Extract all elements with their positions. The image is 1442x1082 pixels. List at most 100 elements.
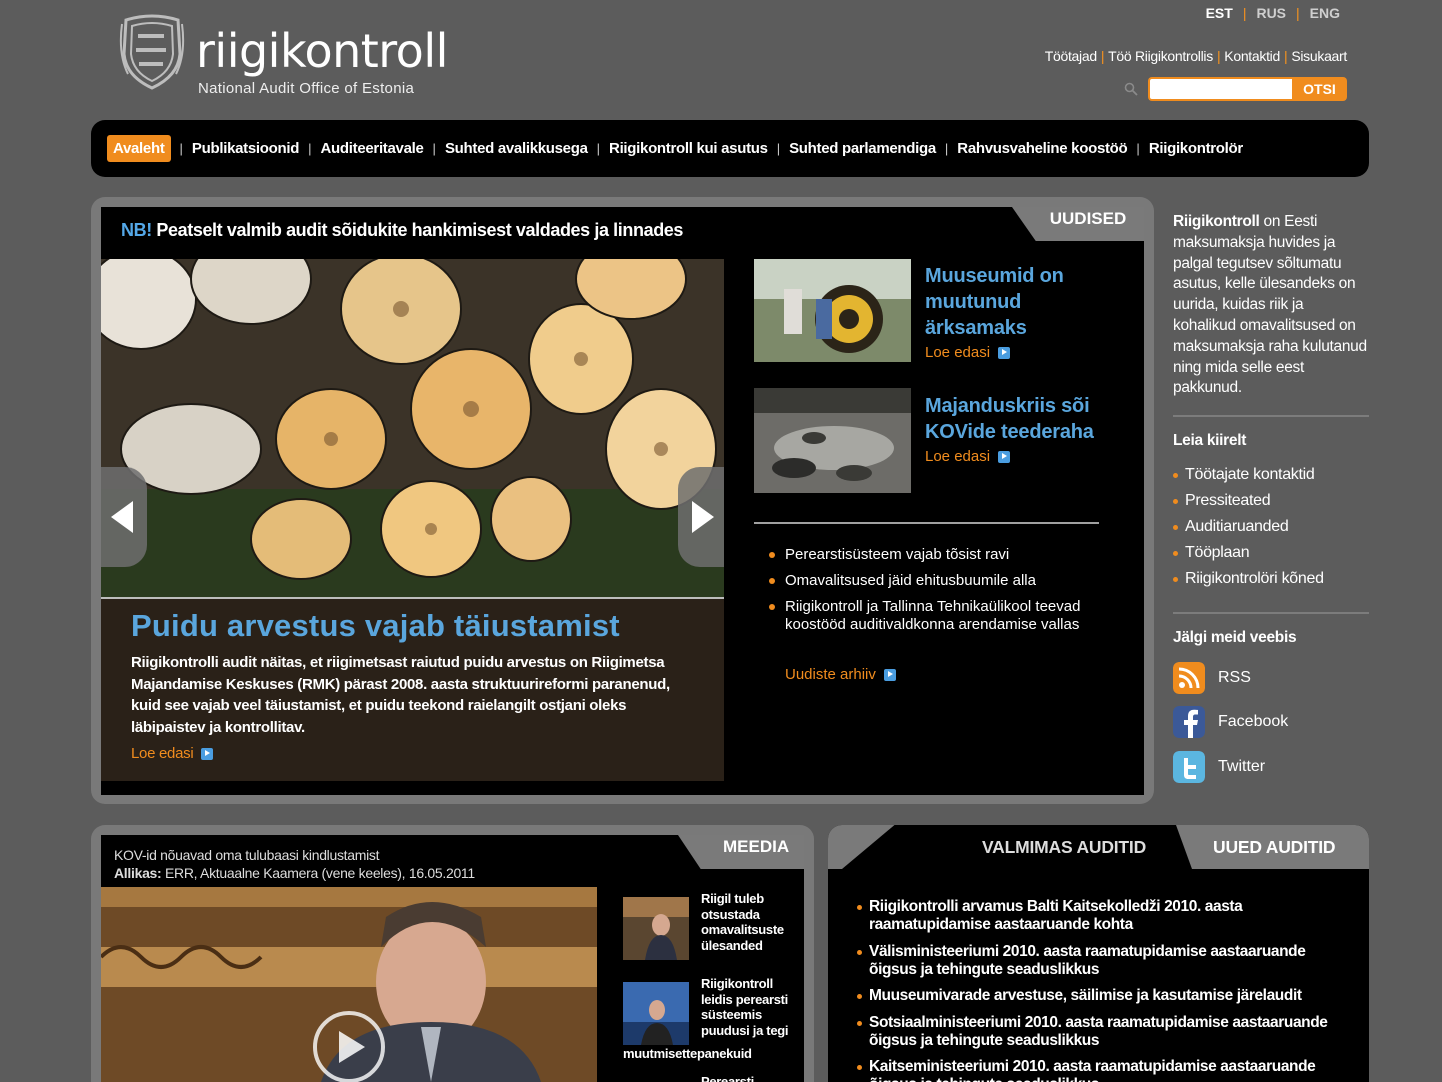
museum-thumbnail[interactable] bbox=[754, 259, 911, 362]
rss-label: RSS bbox=[1218, 669, 1251, 686]
news-item-read-more[interactable]: Loe edasi bbox=[925, 344, 1011, 361]
nav-riigikontroll-kui-asutus[interactable]: Riigikontroll kui asutus bbox=[609, 140, 768, 157]
arrow-right-icon bbox=[998, 346, 1011, 359]
arrow-right-icon bbox=[692, 501, 714, 533]
media-item-title-cont[interactable]: muutmisettepanekuid bbox=[623, 1046, 752, 1062]
media-thumbnail[interactable] bbox=[623, 897, 689, 960]
news-item-title[interactable]: Muuseumid on muutunud ärksamaks bbox=[925, 263, 1105, 341]
media-thumbnail[interactable] bbox=[623, 982, 689, 1045]
audit-item[interactable]: Kaitseministeeriumi 2010. aasta raamatup… bbox=[857, 1058, 1347, 1082]
list-item[interactable]: Perearstisüsteem vajab tõsist ravi bbox=[769, 546, 1089, 564]
media-title[interactable]: KOV-id nõuavad oma tulubaasi kindlustami… bbox=[114, 846, 475, 864]
search-button[interactable]: OTSI bbox=[1292, 77, 1347, 101]
search-icon bbox=[1124, 82, 1138, 96]
quick-links-heading: Leia kiirelt bbox=[1173, 432, 1247, 449]
quick-link[interactable]: Töötajate kontaktid bbox=[1173, 465, 1324, 491]
media-item-title[interactable]: Riigil tuleb otsustada omavalitsuste üle… bbox=[701, 891, 801, 953]
nav-avaleht[interactable]: Avaleht bbox=[107, 135, 171, 162]
feature-text: Riigikontrolli audit näitas, et riigimet… bbox=[131, 652, 691, 765]
lang-eng[interactable]: ENG bbox=[1304, 5, 1346, 21]
feature-body: Riigikontrolli audit näitas, et riigimet… bbox=[131, 654, 670, 736]
read-more-label: Loe edasi bbox=[925, 344, 991, 361]
site-subtitle: National Audit Office of Estonia bbox=[198, 80, 415, 97]
audit-item[interactable]: Riigikontrolli arvamus Balti Kaitsekolle… bbox=[857, 898, 1347, 934]
nav-suhted-avalikkusega[interactable]: Suhted avalikkusega bbox=[445, 140, 588, 157]
audit-item[interactable]: Muuseumivarade arvestuse, säilimise ja k… bbox=[857, 987, 1347, 1005]
media-item-title[interactable]: Riigikontroll leidis perearsti süsteemis… bbox=[701, 976, 801, 1038]
list-item[interactable]: Omavalitsused jäid ehitusbuumile alla bbox=[769, 572, 1089, 590]
source-text: ERR, Aktuaalne Kaamera (vene keeles), 16… bbox=[161, 865, 475, 881]
nav-publikatsioonid[interactable]: Publikatsioonid bbox=[192, 140, 299, 157]
quick-links: Töötajate kontaktid Pressiteated Auditia… bbox=[1173, 465, 1324, 595]
nav-suhted-parlamendiga[interactable]: Suhted parlamendiga bbox=[789, 140, 936, 157]
about-body: on Eesti maksumaksja huvides ja palgal t… bbox=[1173, 213, 1367, 397]
quick-link[interactable]: Tööplaan bbox=[1173, 543, 1324, 569]
news-item-read-more[interactable]: Loe edasi bbox=[925, 448, 1011, 465]
carousel-next-button[interactable] bbox=[678, 467, 724, 567]
hero-image-logs[interactable] bbox=[101, 259, 724, 597]
read-more-label: Loe edasi bbox=[925, 448, 991, 465]
facebook-label: Facebook bbox=[1218, 713, 1289, 730]
list-item[interactable]: Riigikontroll ja Tallinna Tehnikaülikool… bbox=[769, 598, 1089, 634]
arrow-left-icon bbox=[111, 501, 133, 533]
rss-icon bbox=[1173, 662, 1205, 694]
twitter-icon bbox=[1173, 751, 1205, 783]
nav-auditeeritavale[interactable]: Auditeeritavale bbox=[321, 140, 424, 157]
separator: | bbox=[308, 141, 312, 156]
read-more-label: Loe edasi bbox=[131, 745, 194, 762]
lang-est[interactable]: EST bbox=[1200, 5, 1239, 21]
nav-rahvusvaheline-koostoo[interactable]: Rahvusvaheline koostöö bbox=[957, 140, 1127, 157]
arrow-right-icon bbox=[201, 747, 214, 760]
search-input[interactable] bbox=[1148, 77, 1292, 101]
coat-of-arms-logo[interactable] bbox=[118, 14, 186, 90]
lang-rus[interactable]: RUS bbox=[1250, 5, 1292, 21]
news-headline[interactable]: NB! Peatselt valmib audit sõidukite hank… bbox=[121, 220, 683, 241]
about-bold: Riigikontroll bbox=[1173, 213, 1260, 230]
feature-title[interactable]: Puidu arvestus vajab täiustamist bbox=[131, 608, 620, 644]
link-tootajad[interactable]: Töötajad bbox=[1045, 48, 1097, 64]
news-archive-link[interactable]: Uudiste arhiiv bbox=[785, 666, 896, 683]
separator: | bbox=[1216, 48, 1221, 64]
follow-heading: Jälgi meid veebis bbox=[1173, 629, 1297, 646]
audit-item[interactable]: Sotsiaalministeeriumi 2010. aasta raamat… bbox=[857, 1014, 1347, 1050]
divider bbox=[1173, 612, 1369, 614]
separator: | bbox=[179, 141, 183, 156]
media-item-title[interactable]: Perearsti bbox=[701, 1074, 754, 1082]
tab-label-uued[interactable]: UUED AUDITID bbox=[1213, 837, 1336, 858]
site-title[interactable]: riigikontroll bbox=[196, 24, 448, 78]
tab-label-valmimas[interactable]: VALMIMAS AUDITID bbox=[982, 837, 1146, 858]
video-player[interactable] bbox=[101, 887, 597, 1082]
feature-read-more[interactable]: Loe edasi bbox=[131, 743, 214, 765]
news-list: Perearstisüsteem vajab tõsist ravi Omava… bbox=[769, 546, 1089, 642]
link-sisukaart[interactable]: Sisukaart bbox=[1291, 48, 1347, 64]
separator: | bbox=[432, 141, 436, 156]
separator: | bbox=[1283, 48, 1288, 64]
media-source: Allikas: ERR, Aktuaalne Kaamera (vene ke… bbox=[114, 864, 475, 882]
quick-link[interactable]: Riigikontrolöri kõned bbox=[1173, 569, 1324, 595]
quick-link[interactable]: Auditiaruanded bbox=[1173, 517, 1324, 543]
nb-label: NB! bbox=[121, 220, 152, 240]
facebook-link[interactable]: Facebook bbox=[1173, 706, 1288, 738]
audit-list: Riigikontrolli arvamus Balti Kaitsekolle… bbox=[857, 898, 1347, 1082]
news-item-title[interactable]: Majanduskriis sõi KOVide teederaha bbox=[925, 393, 1115, 445]
twitter-label: Twitter bbox=[1218, 758, 1266, 775]
quick-link[interactable]: Pressiteated bbox=[1173, 491, 1324, 517]
twitter-link[interactable]: Twitter bbox=[1173, 751, 1265, 783]
news-divider bbox=[754, 522, 1099, 524]
arrow-right-icon bbox=[998, 450, 1011, 463]
facebook-icon bbox=[1173, 706, 1205, 738]
archive-label: Uudiste arhiiv bbox=[785, 666, 876, 683]
language-switcher: EST | RUS | ENG bbox=[1200, 5, 1346, 21]
link-too-riigikontrollis[interactable]: Töö Riigikontrollis bbox=[1108, 48, 1213, 64]
separator: | bbox=[1136, 141, 1140, 156]
separator: | bbox=[596, 141, 601, 156]
rss-link[interactable]: RSS bbox=[1173, 662, 1251, 694]
road-thumbnail[interactable] bbox=[754, 388, 911, 493]
link-kontaktid[interactable]: Kontaktid bbox=[1224, 48, 1280, 64]
audit-item[interactable]: Välisministeeriumi 2010. aasta raamatupi… bbox=[857, 943, 1347, 979]
separator: | bbox=[1100, 48, 1105, 64]
arrow-right-icon bbox=[883, 668, 896, 681]
source-label: Allikas: bbox=[114, 865, 162, 881]
nav-riigikontrolor[interactable]: Riigikontrolör bbox=[1149, 140, 1243, 157]
carousel-prev-button[interactable] bbox=[101, 467, 147, 567]
